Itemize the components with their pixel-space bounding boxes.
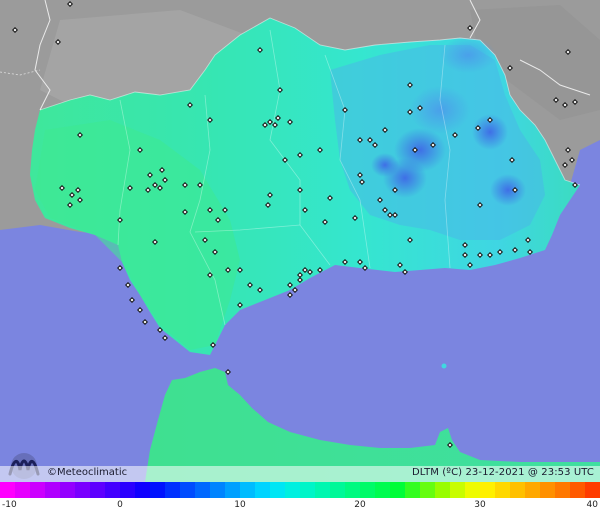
at-symbol: @: [527, 467, 538, 478]
scale-cell: [180, 482, 195, 498]
scale-cell: [390, 482, 405, 498]
scale-cell: [255, 482, 270, 498]
scale-cell: [90, 482, 105, 498]
scale-tick-label: 20: [354, 500, 366, 510]
scale-cell: [195, 482, 210, 498]
scale-cell: [60, 482, 75, 498]
scale-cell: [75, 482, 90, 498]
scale-tick-label: 40: [586, 500, 598, 510]
island: [441, 363, 447, 369]
scale-cell: [435, 482, 450, 498]
scale-cell: [135, 482, 150, 498]
cold-spot: [410, 86, 470, 134]
variable-label: DLTM (ºC): [411, 467, 463, 478]
scale-cell: [30, 482, 45, 498]
timestamp: DLTM (ºC) 23-12-2021 @ 23:53 UTC: [412, 467, 594, 478]
scale-cell: [150, 482, 165, 498]
cold-spot: [490, 174, 526, 206]
cold-spot: [440, 37, 496, 73]
temperature-map-svg: [0, 0, 600, 482]
scale-cell: [360, 482, 375, 498]
scale-cell: [375, 482, 390, 498]
scale-cell: [225, 482, 240, 498]
date-label: 23-12-2021: [465, 467, 525, 478]
copyright-symbol: ©: [47, 467, 57, 478]
scale-cell: [525, 482, 540, 498]
brand[interactable]: ©Meteoclimatic: [47, 467, 127, 478]
scale-cell: [420, 482, 435, 498]
scale-cell: [510, 482, 525, 498]
color-scale-bar: [0, 482, 600, 498]
scale-cell: [300, 482, 315, 498]
scale-tick-label: 30: [474, 500, 486, 510]
scale-cell: [585, 482, 600, 498]
scale-cell: [120, 482, 135, 498]
scale-cell: [330, 482, 345, 498]
scale-cell: [495, 482, 510, 498]
scale-cell: [285, 482, 300, 498]
color-scale-labels: -10 0 10 20 30 40: [0, 498, 600, 517]
time-label: 23:53 UTC: [541, 467, 594, 478]
scale-tick-label: 10: [234, 500, 246, 510]
scale-cell: [465, 482, 480, 498]
scale-cell: [15, 482, 30, 498]
scale-cell: [480, 482, 495, 498]
scale-cell: [450, 482, 465, 498]
brand-name: Meteoclimatic: [57, 467, 128, 478]
scale-cell: [45, 482, 60, 498]
scale-cell: [570, 482, 585, 498]
scale-cell: [345, 482, 360, 498]
scale-tick-label: 0: [117, 500, 123, 510]
scale-cell: [540, 482, 555, 498]
scale-cell: [405, 482, 420, 498]
cold-spot: [371, 153, 399, 177]
scale-tick-label: -10: [2, 500, 17, 510]
scale-cell: [165, 482, 180, 498]
scale-cell: [555, 482, 570, 498]
scale-cell: [270, 482, 285, 498]
info-bar: ©Meteoclimatic DLTM (ºC) 23-12-2021 @ 23…: [0, 466, 600, 482]
scale-cell: [0, 482, 15, 498]
scale-cell: [105, 482, 120, 498]
scale-cell: [240, 482, 255, 498]
scale-cell: [210, 482, 225, 498]
scale-cell: [315, 482, 330, 498]
weather-map: ©Meteoclimatic DLTM (ºC) 23-12-2021 @ 23…: [0, 0, 600, 517]
